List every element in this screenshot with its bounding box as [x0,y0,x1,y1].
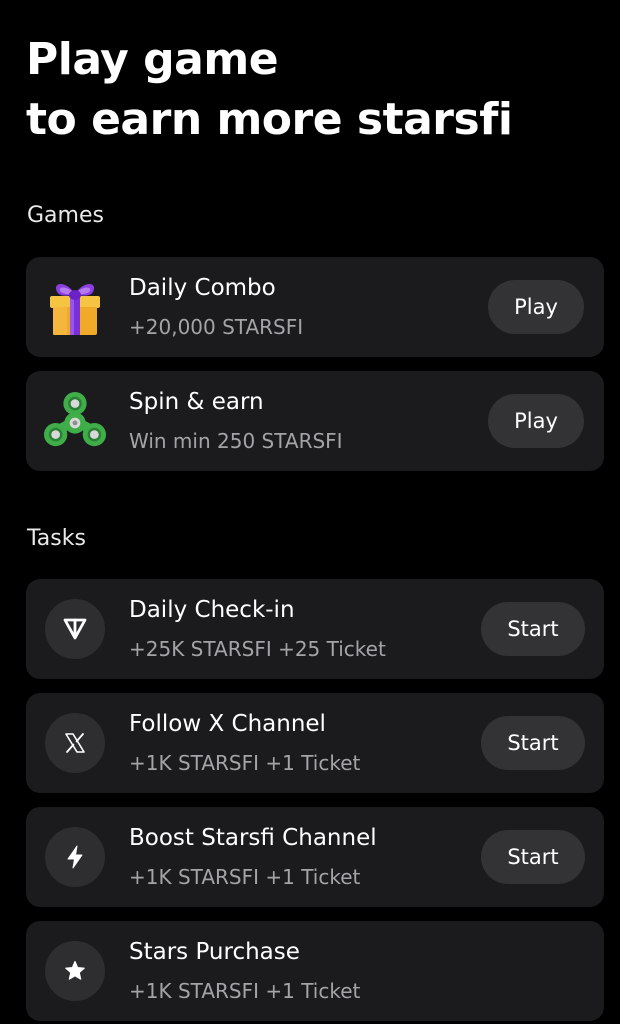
start-daily-check-in-button[interactable]: Start [481,602,585,656]
game-title: Spin & earn [129,389,264,415]
start-follow-x-button[interactable]: Start [481,716,585,770]
task-title: Daily Check-in [129,597,295,623]
play-spin-earn-button[interactable]: Play [488,394,584,448]
task-title: Follow X Channel [129,711,326,737]
task-title: Boost Starsfi Channel [129,825,377,851]
game-reward: +20,000 STARSFI [129,315,304,339]
game-reward: Win min 250 STARSFI [129,429,343,453]
page-title-line-1: Play game [26,34,279,85]
tasks-section-label: Tasks [27,526,86,551]
gift-icon [44,277,106,337]
task-reward: +1K STARSFI +1 Ticket [129,979,361,1003]
task-title: Stars Purchase [129,939,300,965]
game-card-daily-combo: Daily Combo +20,000 STARSFI Play [26,257,604,357]
play-daily-combo-button[interactable]: Play [488,280,584,334]
game-title: Daily Combo [129,275,276,301]
task-reward: +25K STARSFI +25 Ticket [129,637,386,661]
ton-logo-icon [45,599,105,659]
games-section-label: Games [27,203,104,228]
start-boost-channel-button[interactable]: Start [481,830,585,884]
task-reward: +1K STARSFI +1 Ticket [129,751,361,775]
task-card-daily-check-in: Daily Check-in +25K STARSFI +25 Ticket S… [26,579,604,679]
page-title-line-2: to earn more starsfi [26,94,513,145]
game-card-spin-earn: Spin & earn Win min 250 STARSFI Play [26,371,604,471]
task-card-boost-channel: Boost Starsfi Channel +1K STARSFI +1 Tic… [26,807,604,907]
x-logo-icon [45,713,105,773]
task-card-follow-x: Follow X Channel +1K STARSFI +1 Ticket S… [26,693,604,793]
lightning-icon [45,827,105,887]
task-card-stars-purchase: Stars Purchase +1K STARSFI +1 Ticket [26,921,604,1021]
task-reward: +1K STARSFI +1 Ticket [129,865,361,889]
star-icon [45,941,105,1001]
page-title: Play game to earn more starsfi [26,30,513,150]
fidget-spinner-icon [44,391,106,451]
